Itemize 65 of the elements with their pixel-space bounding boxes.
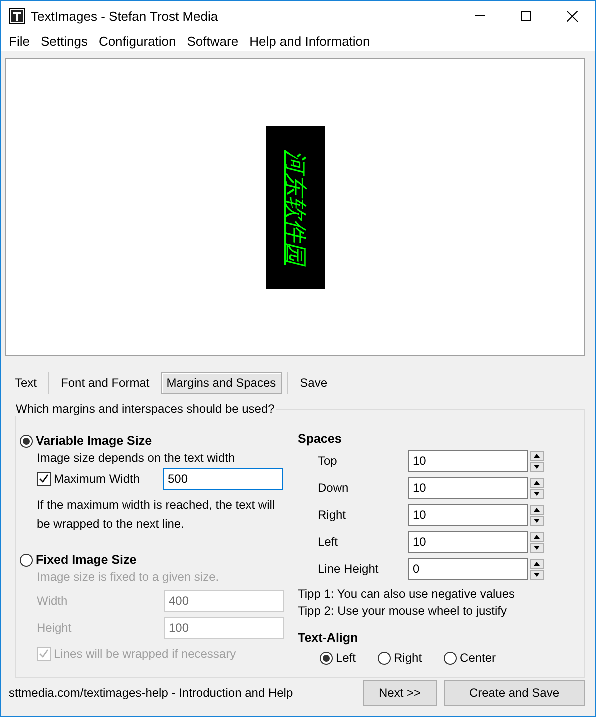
preview-text: 河东软件园	[280, 150, 310, 264]
next-button[interactable]: Next >>	[363, 680, 437, 706]
menu-item[interactable]: Configuration	[94, 34, 184, 48]
align-radio[interactable]: Center	[444, 651, 496, 665]
field-label: Height	[37, 621, 73, 635]
up-triangle-icon	[534, 454, 540, 458]
up-triangle-icon	[534, 534, 540, 538]
field-label: Right	[318, 508, 348, 522]
check-icon	[39, 649, 49, 659]
group-title: Which margins and interspaces should be used?	[15, 402, 276, 416]
up-triangle-icon	[534, 480, 540, 484]
tab[interactable]: Text	[9, 372, 44, 394]
field-label: Width	[37, 594, 69, 608]
spin-down-button[interactable]	[530, 462, 544, 472]
down-triangle-icon	[534, 464, 540, 468]
maximize-icon	[521, 11, 531, 21]
field-label: Down	[318, 481, 350, 495]
field-label: Top	[318, 454, 338, 468]
field-label: Left	[318, 535, 340, 549]
up-triangle-icon	[534, 562, 540, 566]
spin-field[interactable]: 10	[408, 450, 528, 472]
spin-up-button[interactable]	[530, 504, 544, 514]
max-width-field[interactable]: 500	[163, 468, 283, 490]
wrap-note: If the maximum width is reached, the text will be wrapped to the next line.	[36, 497, 276, 533]
spin-down-button[interactable]	[530, 570, 544, 580]
tip-text: Tipp 1: You can also use negative values	[298, 586, 516, 603]
spin-field[interactable]: 10	[408, 531, 528, 553]
fixed-size-description: Image size is fixed to a given size.	[36, 570, 220, 584]
variable-size-radio[interactable]: Variable Image Size	[20, 434, 296, 448]
spin-up-button[interactable]	[530, 478, 544, 488]
down-triangle-icon	[534, 546, 540, 550]
down-triangle-icon	[534, 492, 540, 496]
align-radio[interactable]: Left	[320, 651, 356, 665]
tab[interactable]: Margins and Spaces	[160, 372, 282, 394]
spin-down-button[interactable]	[530, 488, 544, 498]
menu-item[interactable]: Software	[183, 34, 246, 48]
tip-text: Tipp 2: Use your mouse wheel to justify	[298, 603, 508, 620]
variable-size-description: Image size depends on the text width	[36, 451, 236, 465]
menu-item[interactable]: File	[5, 34, 37, 48]
check-icon	[39, 474, 49, 484]
spaces-heading: Spaces	[298, 432, 343, 446]
window-title: TextImages - Stefan Trost Media	[31, 8, 220, 24]
spin-down-button[interactable]	[530, 542, 544, 552]
up-triangle-icon	[534, 508, 540, 512]
spin-field[interactable]: 10	[408, 477, 528, 499]
create-save-button[interactable]: Create and Save	[444, 680, 585, 706]
menu-item[interactable]: Settings	[36, 34, 95, 48]
tab[interactable]: Save	[294, 372, 334, 394]
down-triangle-icon	[534, 518, 540, 522]
align-radio[interactable]: Right	[378, 651, 422, 665]
close-icon	[566, 10, 578, 22]
spin-field[interactable]: 0	[408, 558, 528, 580]
tab[interactable]: Font and Format	[55, 372, 156, 394]
menu-item[interactable]: Help and Information	[246, 34, 378, 48]
field-label: Line Height	[318, 562, 380, 576]
spin-up-button[interactable]	[530, 450, 544, 460]
down-triangle-icon	[534, 572, 540, 576]
max-width-checkbox[interactable]: Maximum Width	[37, 472, 163, 486]
spin-up-button[interactable]	[530, 558, 544, 568]
app-icon	[9, 8, 25, 24]
spin-down-button[interactable]	[530, 516, 544, 526]
spin-up-button[interactable]	[530, 532, 544, 542]
help-link[interactable]: sttmedia.com/textimages-help - Introduction and Help	[9, 686, 356, 700]
spin-field[interactable]: 10	[408, 504, 528, 526]
text-align-heading: Text-Align	[298, 631, 360, 645]
